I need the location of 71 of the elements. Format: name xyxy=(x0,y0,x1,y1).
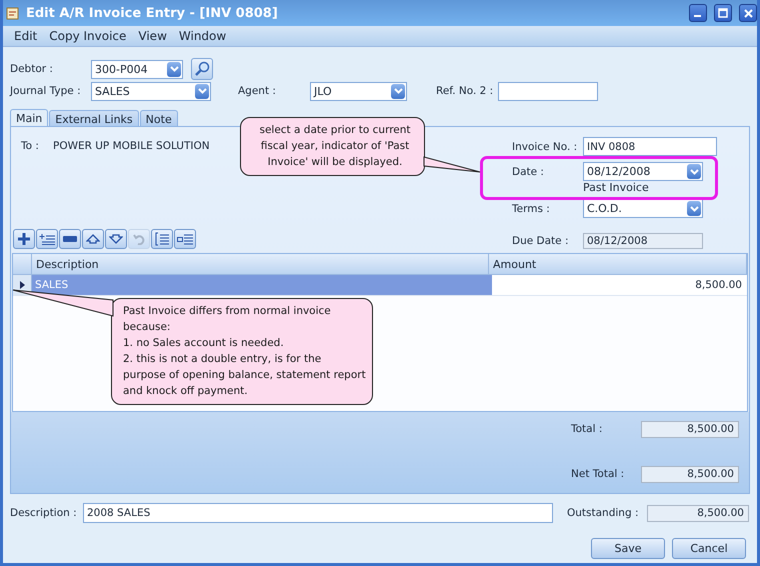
toolbar-button[interactable] xyxy=(174,229,196,249)
reference-input[interactable] xyxy=(498,82,598,100)
field-label: Debtor : xyxy=(10,63,54,75)
field-label: Journal Type : xyxy=(10,85,82,97)
chevron-down-icon xyxy=(394,88,402,94)
journal-type-dropdown[interactable]: SALES xyxy=(91,82,211,100)
search-icon xyxy=(194,61,210,77)
plus-icon xyxy=(17,232,31,246)
search-button[interactable] xyxy=(191,58,213,80)
field-label: To : xyxy=(21,140,40,152)
column-header: Amount xyxy=(489,254,747,274)
field-label: Outstanding : xyxy=(567,507,640,519)
column-header: Description xyxy=(32,254,489,274)
window-title: Edit A/R Invoice Entry - [INV 0808] xyxy=(26,6,279,20)
net-total-field: 8,500.00 xyxy=(641,466,739,482)
insert-row-icon xyxy=(39,233,55,245)
menu-item[interactable]: View xyxy=(133,29,172,43)
callout-tail xyxy=(424,157,481,173)
toolbar-button[interactable] xyxy=(82,229,104,249)
total-field: 8,500.00 xyxy=(641,420,739,438)
down-arrow-icon xyxy=(109,234,123,244)
field-label: Date : xyxy=(512,166,545,178)
toolbar-button[interactable] xyxy=(59,229,81,249)
chevron-down-icon xyxy=(170,66,178,72)
minimize-button[interactable] xyxy=(689,4,707,22)
up-arrow-icon xyxy=(86,234,100,244)
due-date-field: 08/12/2008 xyxy=(583,233,703,249)
tab[interactable]: Main xyxy=(10,109,48,127)
field-label: Agent : xyxy=(238,85,277,97)
chevron-down-icon xyxy=(198,88,206,94)
past-invoice-indicator: Past Invoice xyxy=(583,181,650,196)
toolbar-button[interactable] xyxy=(105,229,127,249)
field-label: Total : xyxy=(571,423,604,435)
date-picker[interactable]: 08/12/2008 xyxy=(583,162,703,181)
save-button[interactable]: Save xyxy=(591,538,665,559)
field-label: Terms : xyxy=(512,202,551,214)
app-icon xyxy=(6,6,20,20)
minus-icon xyxy=(63,236,77,242)
field-label: Ref. No. 2 : xyxy=(436,85,494,97)
chevron-down-icon xyxy=(690,206,698,212)
maximize-icon xyxy=(718,8,728,18)
menu-item[interactable]: Edit xyxy=(9,29,42,43)
toolbar-button[interactable] xyxy=(151,229,173,249)
invoice-number-input[interactable]: INV 0808 xyxy=(583,137,717,156)
detail-view-icon xyxy=(177,233,193,245)
tab[interactable]: External Links xyxy=(49,110,139,127)
field-label: Due Date : xyxy=(512,235,570,247)
list-icon xyxy=(155,232,169,246)
toolbar-button[interactable] xyxy=(36,229,58,249)
menu-item[interactable]: Copy Invoice xyxy=(44,29,132,43)
cancel-button[interactable]: Cancel xyxy=(672,538,746,559)
terms-dropdown[interactable]: C.O.D. xyxy=(583,199,703,218)
field-label: Description : xyxy=(10,507,78,519)
chevron-down-icon xyxy=(690,168,698,174)
tab[interactable]: Note xyxy=(140,110,178,127)
maximize-button[interactable] xyxy=(714,4,732,22)
field-label: Net Total : xyxy=(571,468,626,480)
description-input[interactable]: 2008 SALES xyxy=(83,503,553,523)
outstanding-field: 8,500.00 xyxy=(647,504,749,522)
agent-dropdown[interactable]: JLO xyxy=(310,82,407,100)
table-cell: SALES xyxy=(32,275,492,295)
field-label: Invoice No. : xyxy=(512,140,578,152)
undo-icon xyxy=(133,233,145,245)
toolbar-button[interactable] xyxy=(13,229,35,249)
debtor-dropdown[interactable]: 300-P004 xyxy=(91,60,183,78)
close-button[interactable] xyxy=(739,4,757,22)
customer-name: POWER UP MOBILE SOLUTION xyxy=(53,140,211,152)
menu-item[interactable]: Window xyxy=(174,29,232,43)
callout-note: select a date prior to current fiscal year, indicator of 'Past Invoice' will be displayed. xyxy=(240,117,425,176)
callout-note: Past Invoice differs from normal invoice because: 1. no Sales account is needed. 2. this is not a double entry, is for the purpose of opening balance, statement report and knock off payment. xyxy=(111,298,373,405)
close-icon xyxy=(744,8,752,18)
